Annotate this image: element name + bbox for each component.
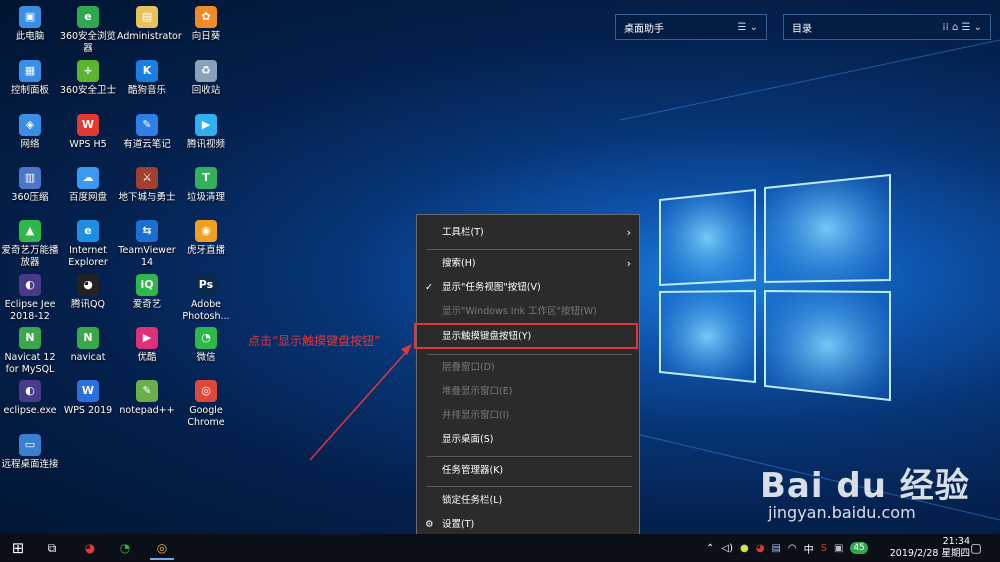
network-icon[interactable]: ◠ — [788, 543, 797, 554]
menu-item-show-windows-ink[interactable]: 显示"Windows Ink 工作区"按钮(W) — [417, 301, 639, 323]
menu-divider — [427, 486, 632, 487]
taskbar-context-menu: 工具栏(T) › 搜索(H) › ✓ 显示"任务视图"按钮(V) 显示"Window… — [416, 214, 640, 544]
baidu-watermark: Bai du 经验 jingyan.baidu.com — [760, 458, 970, 522]
app-tray-icon[interactable]: S — [821, 543, 827, 554]
volume-icon[interactable]: ◁) — [721, 543, 733, 554]
clock-time: 21:34 — [942, 536, 970, 547]
app-tray-icon[interactable]: ◕ — [756, 543, 765, 554]
system-tray: ⌃ ◁) ● ◕ ▤ ◠ 中 S ▣ 45 — [706, 534, 868, 562]
ime-indicator[interactable]: 中 — [804, 541, 814, 556]
checkmark-icon: ✓ — [425, 282, 433, 293]
chevron-right-icon: › — [626, 257, 631, 270]
start-button[interactable]: ⊞ — [8, 538, 28, 558]
clock[interactable]: 21:34 2019/2/28 星期四 — [890, 536, 970, 560]
menu-item-show-desktop[interactable]: 显示桌面(S) — [417, 429, 639, 451]
chevron-up-icon[interactable]: ⌃ — [706, 543, 714, 554]
app-tray-icon[interactable]: ▤ — [771, 543, 780, 554]
highlight-box — [414, 323, 638, 349]
app-tray-icon[interactable]: ▣ — [834, 543, 843, 554]
menu-divider — [427, 354, 632, 355]
menu-item-show-task-view[interactable]: ✓ 显示"任务视图"按钮(V) — [417, 277, 639, 299]
chevron-right-icon: › — [626, 226, 631, 239]
task-view-button[interactable]: ⧉ — [42, 538, 62, 558]
gear-icon: ⚙ — [425, 519, 434, 530]
wechat-taskbar-icon[interactable]: ◔ — [115, 538, 135, 558]
notification-center-icon[interactable]: ▢ — [966, 538, 986, 558]
menu-item-side-by-side[interactable]: 并排显示窗口(I) — [417, 405, 639, 427]
menu-item-settings[interactable]: ⚙ 设置(T) — [417, 514, 639, 536]
app-tray-icon[interactable]: ● — [740, 543, 749, 554]
annotation-text: 点击“显示触摸键盘按钮” — [248, 334, 381, 348]
menu-item-cascade[interactable]: 层叠窗口(D) — [417, 357, 639, 379]
taskbar: ⊞ ⧉ ◕ ◔ ◎ ⌃ ◁) ● ◕ ▤ ◠ 中 S ▣ 45 21:34 20… — [0, 534, 1000, 562]
tray-badge[interactable]: 45 — [850, 542, 868, 554]
menu-item-toolbar[interactable]: 工具栏(T) › — [417, 222, 639, 244]
qq-taskbar-icon[interactable]: ◕ — [80, 538, 100, 558]
menu-divider — [427, 456, 632, 457]
menu-item-task-manager[interactable]: 任务管理器(K) — [417, 460, 639, 482]
menu-item-stacked[interactable]: 堆叠显示窗口(E) — [417, 381, 639, 403]
menu-divider — [427, 249, 632, 250]
clock-date: 2019/2/28 星期四 — [889, 548, 970, 559]
chrome-taskbar-icon[interactable]: ◎ — [150, 538, 174, 560]
watermark-brand: Bai du 经验 — [760, 466, 970, 506]
menu-item-lock-taskbar[interactable]: 锁定任务栏(L) — [417, 490, 639, 512]
menu-item-search[interactable]: 搜索(H) › — [417, 253, 639, 275]
